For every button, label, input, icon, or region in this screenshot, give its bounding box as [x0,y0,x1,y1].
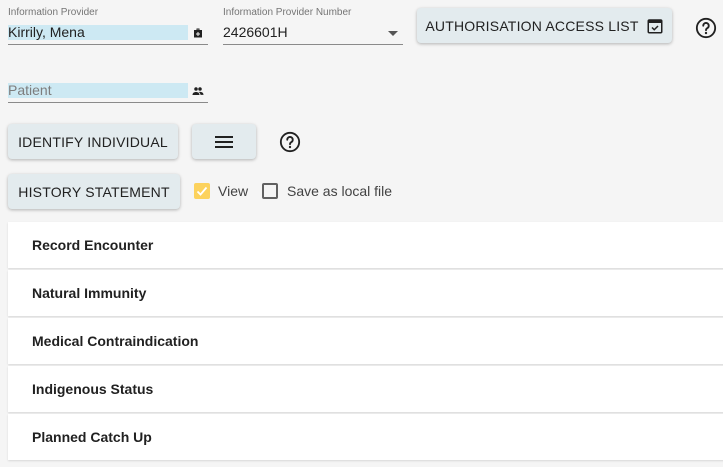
section-panel-list: Record Encounter Natural Immunity Medica… [8,222,723,462]
provider-number-select[interactable]: 2426601H [223,22,403,45]
panel-title: Record Encounter [32,237,154,253]
identify-individual-button[interactable]: IDENTIFY INDIVIDUAL [8,124,178,159]
check-icon [196,186,208,196]
panel-planned-catch-up[interactable]: Planned Catch Up [8,414,723,460]
panel-medical-contraindication[interactable]: Medical Contraindication [8,318,723,364]
panel-title: Medical Contraindication [32,333,199,349]
save-local-file-checkbox[interactable] [262,183,278,199]
panel-indigenous-status[interactable]: Indigenous Status [8,366,723,412]
save-local-file-label: Save as local file [287,183,393,199]
patient-placeholder: Patient [8,82,52,98]
patient-field[interactable]: Patient [8,80,208,103]
help-icon[interactable] [279,131,301,153]
provider-field[interactable]: Kirrily, Mena [8,22,208,45]
provider-number-value: 2426601H [223,24,288,40]
menu-button[interactable] [192,124,256,159]
history-statement-button[interactable]: HISTORY STATEMENT [8,174,180,209]
panel-title: Natural Immunity [32,285,147,301]
dropdown-arrow-icon [388,31,398,36]
provider-label: Information Provider [8,7,99,18]
panel-record-encounter[interactable]: Record Encounter [8,222,723,268]
provider-number-label: Information Provider Number [223,7,352,18]
authorisation-access-list-button[interactable]: AUTHORISATION ACCESS LIST [417,8,672,43]
panel-title: Indigenous Status [32,381,154,397]
panel-title: Planned Catch Up [32,429,152,445]
view-checkbox-label: View [218,183,249,199]
medical-bag-icon [194,28,202,38]
panel-natural-immunity[interactable]: Natural Immunity [8,270,723,316]
people-icon [192,87,204,95]
hamburger-menu-icon [215,135,233,148]
authorisation-access-list-label: AUTHORISATION ACCESS LIST [425,17,639,34]
view-checkbox[interactable] [194,183,210,199]
help-icon[interactable] [695,17,717,39]
calendar-check-icon [647,18,663,33]
provider-value: Kirrily, Mena [8,24,85,40]
